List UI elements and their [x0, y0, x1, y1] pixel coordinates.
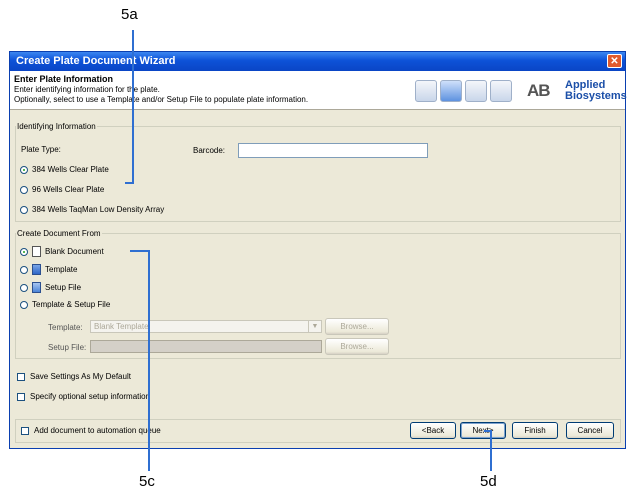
callout-5c-line — [148, 251, 150, 471]
barcode-field[interactable] — [238, 143, 428, 158]
create-document-from-legend: Create Document From — [17, 229, 101, 238]
setup-file-browse-button[interactable]: Browse... — [325, 338, 389, 355]
checkbox-label: Save Settings As My Default — [30, 372, 131, 381]
identifying-information-legend: Identifying Information — [17, 122, 96, 131]
plate-option-label: 384 Wells Clear Plate — [32, 165, 109, 174]
callout-5c-tick — [130, 250, 150, 252]
template-icon — [440, 80, 462, 102]
callout-5a: 5a — [121, 6, 138, 23]
plate-type-label: Plate Type: — [21, 145, 61, 154]
checkbox-label: Specify optional setup information — [30, 392, 151, 401]
source-option-blank[interactable]: Blank Document — [20, 246, 104, 257]
source-option-label: Blank Document — [45, 247, 104, 256]
barcode-label: Barcode: — [193, 146, 226, 155]
plate-option-384[interactable]: 384 Wells Clear Plate — [20, 165, 109, 174]
callout-5a-tick — [125, 182, 134, 184]
setup-file-icon — [32, 282, 41, 293]
source-option-template[interactable]: Template — [20, 264, 77, 275]
source-option-template-setup[interactable]: Template & Setup File — [20, 300, 110, 309]
plate-radio-96[interactable] — [20, 185, 28, 194]
header-description-1: Enter identifying information for the pl… — [14, 85, 160, 94]
plate-option-label: 384 Wells TaqMan Low Density Array — [32, 205, 165, 214]
source-radio-template[interactable] — [20, 265, 28, 274]
logo-mark: AB — [527, 81, 551, 100]
automation-queue-checkbox[interactable]: Add document to automation queue — [21, 426, 161, 435]
save-settings-default-checkbox[interactable]: Save Settings As My Default — [17, 372, 131, 381]
next-button[interactable]: Next> — [460, 422, 506, 439]
template-document-icon — [32, 264, 41, 275]
plate-radio-taqman[interactable] — [20, 205, 28, 214]
source-option-label: Template & Setup File — [32, 300, 111, 309]
template-select[interactable]: Blank Template ▼ — [90, 320, 322, 333]
checkbox-box[interactable] — [17, 392, 25, 401]
checkbox-box[interactable] — [17, 372, 25, 381]
plate-option-label: 96 Wells Clear Plate — [32, 185, 105, 194]
template-label: Template: — [48, 323, 83, 332]
setup-file-field[interactable] — [90, 340, 322, 353]
wizard-header: Enter Plate Information Enter identifyin… — [10, 71, 627, 110]
optional-setup-checkbox[interactable]: Specify optional setup information — [17, 392, 150, 401]
source-radio-setup-file[interactable] — [20, 283, 28, 292]
plate-option-taqman[interactable]: 384 Wells TaqMan Low Density Array — [20, 205, 164, 214]
callout-5a-line — [132, 30, 134, 183]
plate-option-96[interactable]: 96 Wells Clear Plate — [20, 185, 104, 194]
wizard-window: Create Plate Document Wizard ✕ Enter Pla… — [9, 51, 627, 449]
callout-5d-tick — [484, 430, 492, 432]
blank-document-icon — [32, 246, 41, 257]
source-radio-template-setup[interactable] — [20, 300, 28, 309]
header-title: Enter Plate Information — [14, 74, 114, 84]
template-select-value: Blank Template — [94, 322, 149, 331]
source-option-setup-file[interactable]: Setup File — [20, 282, 81, 293]
setup-file-label: Setup File: — [48, 343, 87, 352]
callout-5d-line — [490, 430, 492, 471]
finish-button[interactable]: Finish — [512, 422, 558, 439]
header-description-2: Optionally, select to use a Template and… — [14, 95, 309, 104]
cancel-button[interactable]: Cancel — [566, 422, 614, 439]
title-bar[interactable]: Create Plate Document Wizard ✕ — [10, 52, 625, 71]
callout-5c: 5c — [139, 473, 155, 490]
checkbox-label: Add document to automation queue — [34, 426, 161, 435]
close-button[interactable]: ✕ — [607, 54, 622, 68]
callout-5d: 5d — [480, 473, 497, 490]
image-icon — [490, 80, 512, 102]
logo-line-2: Biosystems — [565, 90, 627, 102]
document-icon — [415, 80, 437, 102]
back-button[interactable]: <Back — [410, 422, 456, 439]
template-browse-button[interactable]: Browse... — [325, 318, 389, 335]
chevron-down-icon[interactable]: ▼ — [308, 321, 321, 332]
source-radio-blank[interactable] — [20, 247, 28, 256]
applied-biosystems-logo: AB Applied Biosystems — [527, 79, 627, 103]
window-title: Create Plate Document Wizard — [16, 55, 176, 67]
source-option-label: Template — [45, 265, 78, 274]
checkbox-box[interactable] — [21, 426, 29, 435]
settings-icon — [465, 80, 487, 102]
source-option-label: Setup File — [45, 283, 82, 292]
plate-radio-384[interactable] — [20, 165, 28, 174]
